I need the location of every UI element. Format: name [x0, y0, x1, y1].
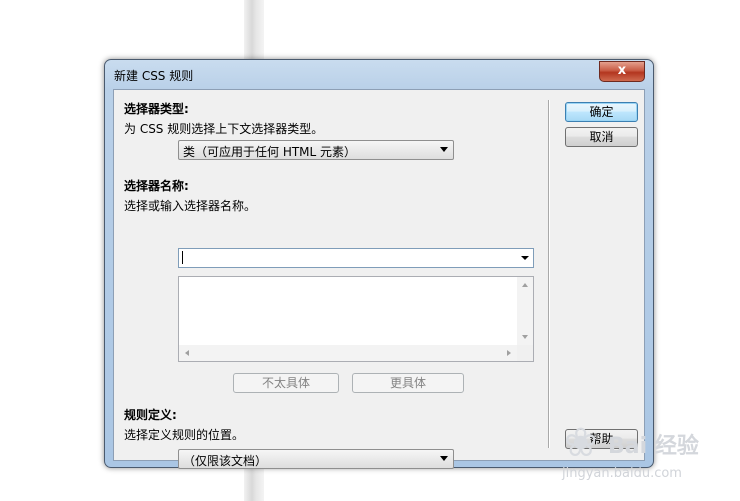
watermark: ❀ Bai 经验 jingyan.baidu.com	[560, 420, 730, 490]
cancel-button[interactable]: 取消	[565, 127, 638, 147]
watermark-url: jingyan.baidu.com	[562, 466, 682, 481]
scroll-left-icon[interactable]	[185, 350, 189, 356]
horizontal-scrollbar[interactable]	[179, 345, 517, 361]
rule-definition-label: 规则定义:	[124, 408, 177, 422]
selector-name-label: 选择器名称:	[124, 179, 189, 193]
vertical-separator	[548, 100, 550, 448]
dropdown-arrow-icon[interactable]	[521, 256, 529, 260]
rule-definition-value: （仅限该文档）	[183, 454, 268, 468]
less-specific-button[interactable]: 不太具体	[233, 373, 339, 393]
vertical-scrollbar[interactable]	[517, 277, 533, 345]
new-css-rule-dialog: 新建 CSS 规则 x 选择器类型: 为 CSS 规则选择上下文选择器类型。 类…	[104, 59, 654, 469]
selector-name-desc: 选择或输入选择器名称。	[124, 199, 257, 213]
selector-type-value: 类（可应用于任何 HTML 元素）	[183, 145, 357, 159]
selector-name-input[interactable]	[178, 248, 534, 268]
ok-button[interactable]: 确定	[565, 102, 638, 122]
dialog-body: 选择器类型: 为 CSS 规则选择上下文选择器类型。 类（可应用于任何 HTML…	[113, 89, 645, 469]
dropdown-arrow-icon	[440, 456, 448, 461]
scroll-down-icon[interactable]	[522, 335, 528, 339]
rule-definition-desc: 选择定义规则的位置。	[124, 428, 245, 442]
rule-definition-select[interactable]: （仅限该文档）	[178, 449, 454, 469]
selector-preview-list[interactable]	[178, 276, 534, 362]
selector-type-desc: 为 CSS 规则选择上下文选择器类型。	[124, 122, 324, 136]
watermark-text: Bai 经验	[608, 434, 699, 459]
more-specific-button[interactable]: 更具体	[352, 373, 464, 393]
dialog-title: 新建 CSS 规则	[114, 69, 194, 83]
close-button[interactable]: x	[599, 61, 645, 82]
scroll-right-icon[interactable]	[507, 350, 511, 356]
text-caret	[182, 251, 183, 264]
selector-type-select[interactable]: 类（可应用于任何 HTML 元素）	[178, 140, 454, 160]
scroll-corner	[517, 345, 533, 361]
title-bar[interactable]: 新建 CSS 规则 x	[105, 60, 653, 88]
scroll-up-icon[interactable]	[522, 283, 528, 287]
paw-logo-icon: ❀	[564, 420, 598, 466]
selector-type-label: 选择器类型:	[124, 102, 189, 116]
dropdown-arrow-icon	[440, 147, 448, 152]
